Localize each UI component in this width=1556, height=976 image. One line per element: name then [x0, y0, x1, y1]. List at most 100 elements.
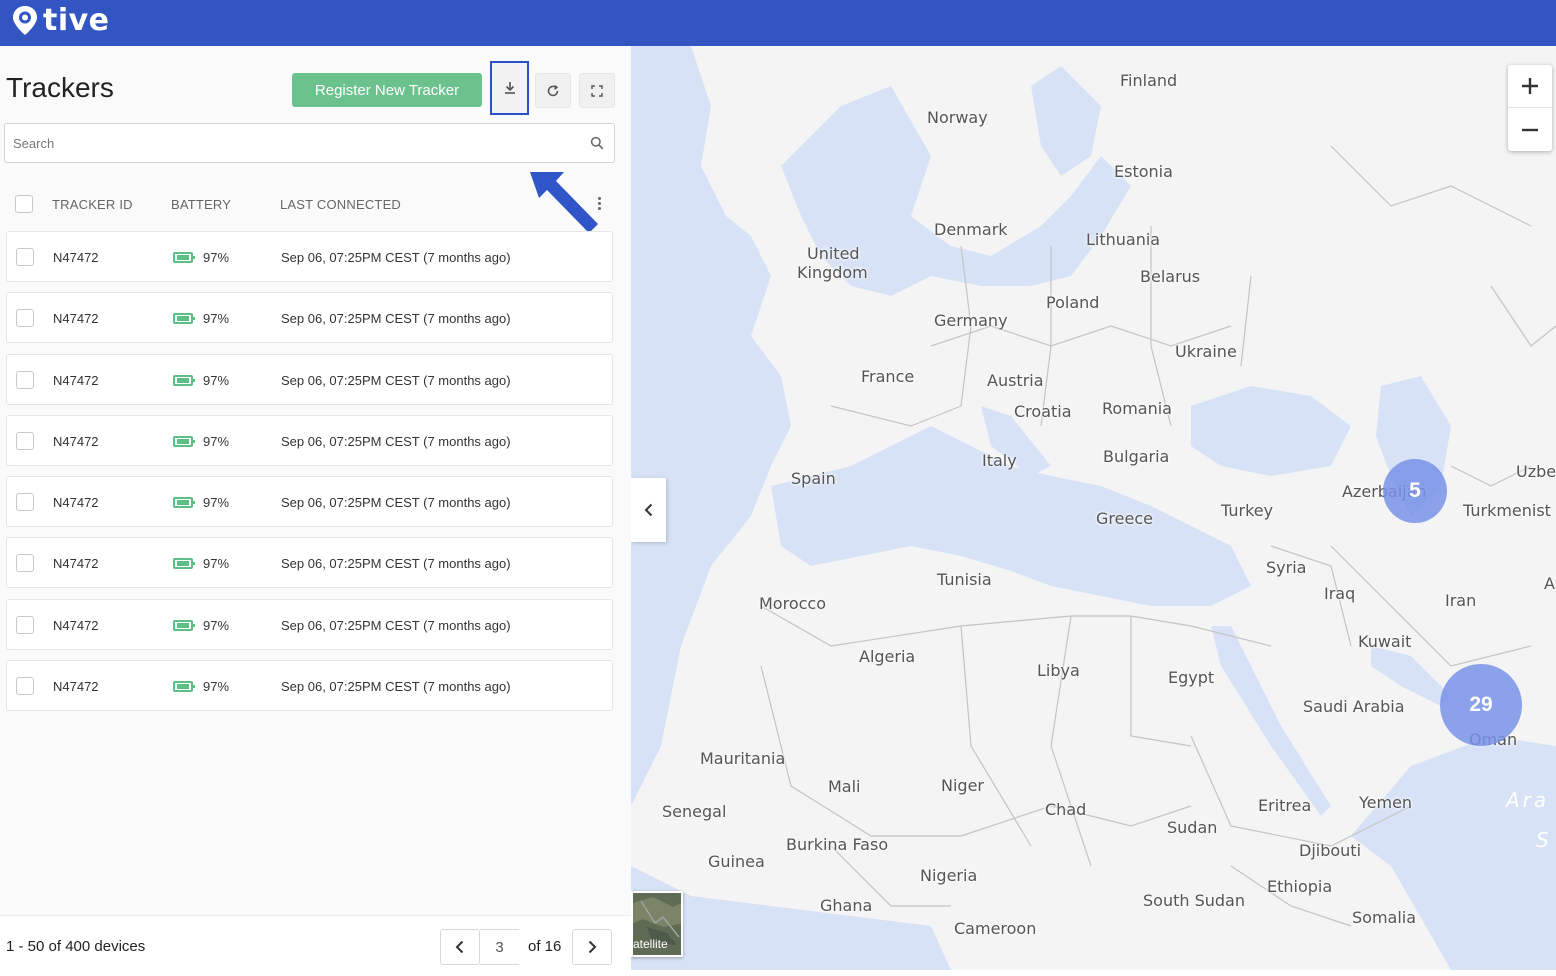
battery-level: 97%: [203, 679, 230, 695]
country-label: Germany: [934, 311, 1008, 330]
row-checkbox[interactable]: [16, 615, 34, 634]
country-label: Iran: [1445, 591, 1477, 610]
tracker-id: N47472: [53, 372, 99, 388]
table-row[interactable]: N47472 97% Sep 06, 07:25PM CEST (7 month…: [6, 476, 613, 528]
battery-cell: 97%: [173, 618, 229, 633]
battery-level: 97%: [203, 556, 230, 572]
country-label: Chad: [1045, 800, 1087, 819]
plus-icon: [1522, 78, 1538, 94]
last-connected: Sep 06, 07:25PM CEST (7 months ago): [281, 617, 511, 633]
collapse-panel-button[interactable]: [631, 478, 666, 542]
column-header-battery[interactable]: BATTERY: [171, 197, 231, 212]
table-row[interactable]: N47472 97% Sep 06, 07:25PM CEST (7 month…: [6, 231, 613, 282]
tracker-list: N47472 97% Sep 06, 07:25PM CEST (7 month…: [6, 231, 613, 721]
country-label: Algeria: [859, 647, 916, 666]
battery-icon: [173, 497, 195, 509]
brand-name: tive: [43, 3, 110, 38]
tracker-id: N47472: [53, 250, 99, 265]
minus-icon: [1522, 128, 1538, 131]
tracker-id: N47472: [53, 433, 99, 449]
row-checkbox[interactable]: [16, 554, 34, 573]
search-box: [4, 123, 615, 163]
refresh-button[interactable]: [535, 73, 571, 108]
sea-label: S: [1536, 828, 1549, 852]
country-label: Poland: [1046, 293, 1100, 312]
chevron-left-icon: [644, 503, 652, 517]
satellite-label: atellite: [633, 937, 668, 951]
column-header-last-connected[interactable]: LAST CONNECTED: [280, 197, 401, 212]
country-label: Senegal: [662, 802, 727, 821]
country-label: Nigeria: [920, 866, 978, 885]
country-label: Finland: [1120, 71, 1178, 90]
row-checkbox[interactable]: [16, 493, 34, 512]
tracker-id: N47472: [53, 311, 99, 327]
last-connected: Sep 06, 07:25PM CEST (7 months ago): [281, 433, 511, 449]
battery-icon: [173, 252, 195, 263]
country-label: Tunisia: [937, 570, 992, 589]
download-button[interactable]: [490, 61, 529, 115]
tracker-cluster[interactable]: 5: [1383, 459, 1447, 523]
more-options-icon[interactable]: [593, 195, 605, 215]
tracker-id: N47472: [53, 556, 99, 572]
country-label: Turkmenist: [1463, 501, 1551, 520]
country-label: A: [1544, 574, 1555, 593]
country-label: Ethiopia: [1267, 877, 1333, 896]
battery-cell: 97%: [173, 679, 229, 694]
battery-level: 97%: [203, 250, 230, 265]
page-number-input[interactable]: [480, 929, 519, 965]
search-icon[interactable]: [590, 136, 604, 150]
tracker-id: N47472: [53, 617, 99, 633]
country-label: Ukraine: [1175, 342, 1237, 361]
table-header: TRACKER ID BATTERY LAST CONNECTED: [0, 189, 631, 219]
tive-logo[interactable]: tive: [12, 3, 110, 38]
country-label: Ghana: [820, 896, 873, 915]
sea-label: Ara: [1506, 788, 1550, 812]
column-header-tracker-id[interactable]: TRACKER ID: [52, 197, 133, 212]
country-label: Guinea: [708, 852, 765, 871]
select-all-checkbox[interactable]: [15, 195, 33, 213]
country-label: Niger: [941, 776, 984, 795]
table-row[interactable]: N47472 97% Sep 06, 07:25PM CEST (7 month…: [6, 414, 613, 466]
country-label: Eritrea: [1258, 796, 1312, 815]
next-page-button[interactable]: [572, 929, 612, 965]
table-row[interactable]: N47472 97% Sep 06, 07:25PM CEST (7 month…: [6, 598, 613, 650]
battery-icon: [173, 619, 195, 631]
previous-page-button[interactable]: [440, 929, 480, 965]
battery-icon: [173, 313, 195, 325]
refresh-icon: [547, 84, 559, 96]
expand-icon: [591, 84, 603, 97]
country-label: Djibouti: [1299, 841, 1362, 860]
table-row[interactable]: N47472 97% Sep 06, 07:25PM CEST (7 month…: [6, 353, 613, 405]
row-checkbox[interactable]: [16, 248, 34, 266]
register-new-tracker-button[interactable]: Register New Tracker: [292, 73, 482, 107]
country-label: Syria: [1266, 558, 1307, 577]
country-label: France: [861, 367, 915, 386]
map-view[interactable]: Finland Norway Estonia Denmark Lithuania…: [631, 46, 1556, 970]
table-row[interactable]: N47472 97% Sep 06, 07:25PM CEST (7 month…: [6, 292, 613, 344]
zoom-out-button[interactable]: [1508, 108, 1552, 151]
row-checkbox[interactable]: [16, 431, 34, 450]
country-label: Burkina Faso: [786, 835, 889, 854]
country-label: Romania: [1102, 399, 1172, 418]
table-row[interactable]: N47472 97% Sep 06, 07:25PM CEST (7 month…: [6, 660, 613, 712]
pagination-bar: 1 - 50 of 400 devices of 16: [0, 915, 631, 976]
zoom-in-button[interactable]: [1508, 65, 1552, 108]
battery-icon: [173, 435, 195, 447]
country-label: Morocco: [759, 594, 826, 613]
trackers-panel: Trackers Register New Tracker TRACKER ID…: [0, 46, 631, 976]
battery-icon: [173, 681, 195, 693]
row-checkbox[interactable]: [16, 370, 34, 389]
tracker-cluster[interactable]: 29: [1440, 664, 1522, 746]
search-input[interactable]: [13, 124, 573, 162]
battery-cell: 97%: [173, 495, 229, 510]
last-connected: Sep 06, 07:25PM CEST (7 months ago): [281, 372, 511, 388]
table-row[interactable]: N47472 97% Sep 06, 07:25PM CEST (7 month…: [6, 537, 613, 589]
satellite-toggle[interactable]: atellite: [631, 891, 683, 957]
battery-level: 97%: [203, 433, 230, 449]
fullscreen-button[interactable]: [579, 73, 615, 108]
row-checkbox[interactable]: [16, 677, 34, 696]
top-bar: tive: [0, 0, 1556, 46]
battery-level: 97%: [203, 495, 230, 511]
row-checkbox[interactable]: [16, 309, 34, 328]
country-label: Croatia: [1014, 402, 1072, 421]
